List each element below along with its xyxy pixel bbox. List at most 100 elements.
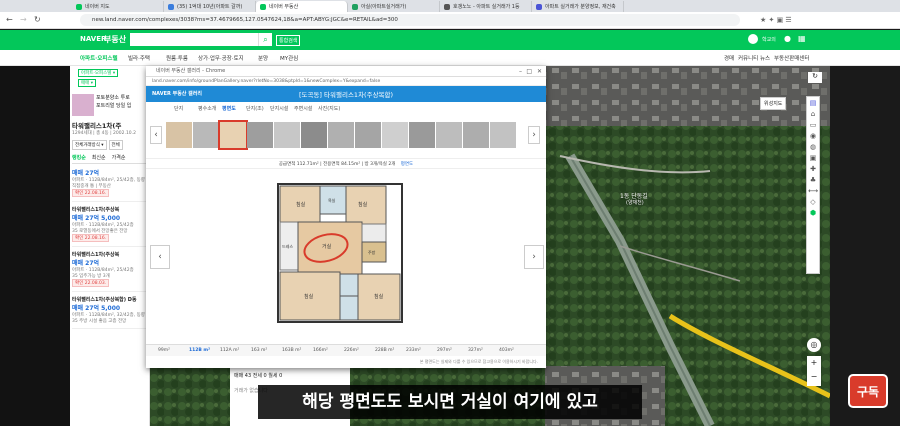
promo-line[interactable]: 포토분양소 투로 — [96, 94, 131, 102]
gallery-thumbnail[interactable] — [328, 122, 354, 148]
area-size-tab[interactable]: 228B m² — [375, 348, 394, 353]
subscribe-badge[interactable]: 구독 — [848, 374, 888, 408]
gallery-tab[interactable]: 사진(지도) — [318, 105, 340, 112]
layers-icon[interactable]: ▤ — [810, 99, 817, 107]
reload-icon[interactable]: ↻ — [34, 15, 41, 24]
promo-thumbnail[interactable] — [72, 94, 94, 116]
area-size-tab[interactable]: 327m² — [468, 348, 483, 353]
plan-link[interactable]: 평면도 — [401, 162, 413, 167]
menu-item[interactable]: 분양 — [258, 54, 268, 62]
grid-menu-icon[interactable]: ▦ — [798, 34, 806, 43]
combined-search-button[interactable]: 통합검색 — [276, 35, 301, 46]
gallery-thumbnail[interactable] — [355, 122, 381, 148]
menu-item[interactable]: 원룸·투룸 — [166, 54, 188, 62]
gallery-tab[interactable]: 단지시설 — [270, 105, 288, 112]
tab-ranking[interactable]: 랭킹순 — [72, 154, 86, 161]
zoom-in-icon[interactable]: + — [807, 356, 821, 370]
area-size-tab[interactable]: 163B m² — [282, 348, 301, 353]
map-type-select[interactable]: 위성지도 — [760, 97, 787, 110]
extensions-icon[interactable]: ★ ✦ ▣ ☰ — [760, 16, 792, 24]
gallery-thumbnail[interactable] — [382, 122, 408, 148]
gallery-thumbnail[interactable] — [301, 122, 327, 148]
listing-item[interactable]: 타워팰리스1차(주상복합) D동 매매 27억 5,000 아파트 · 112B/8… — [72, 292, 147, 329]
listing-item[interactable]: 매매 27억 아파트 · 112B/84m², 25/42층, 동향 직접중개 통 … — [72, 164, 147, 202]
area-size-tab[interactable]: 112A m² — [220, 348, 239, 353]
gallery-tab[interactable]: 단지 — [174, 105, 183, 112]
area-size-tab[interactable]: 233m² — [406, 348, 421, 353]
search-icon[interactable]: ⌕ — [258, 33, 272, 46]
gallery-thumbnail[interactable] — [218, 120, 248, 150]
area-size-tab[interactable]: 297m² — [437, 348, 452, 353]
browser-tab[interactable]: 아실(아파트실거래가) — [348, 1, 440, 12]
gallery-thumbnail[interactable] — [166, 122, 192, 148]
my-location-icon[interactable]: ◎ — [807, 338, 821, 352]
menu-item-right[interactable]: 경매 — [724, 54, 734, 62]
thumb-next-icon[interactable]: › — [528, 126, 540, 144]
gallery-tab[interactable]: 주변시설 — [294, 105, 312, 112]
bus-icon[interactable]: ▭ — [810, 121, 817, 129]
gallery-tab[interactable]: 단지(조) — [246, 105, 264, 112]
naver-logo[interactable]: NAVER — [80, 35, 106, 43]
menu-item[interactable]: 상가·업무·공장·토지 — [198, 54, 244, 62]
area-size-tab[interactable]: 166m² — [313, 348, 328, 353]
browser-tab[interactable]: 아파트 실거래가 분양정보, 재건축 — [532, 1, 624, 12]
avatar[interactable] — [748, 34, 758, 44]
menu-item[interactable]: MY관심 — [280, 54, 298, 62]
browser-tab[interactable]: 호갱노노 - 아파트 실거래가 1등 — [440, 1, 532, 12]
service-title[interactable]: 부동산 — [104, 34, 126, 45]
listing-item[interactable]: 타워팰리스1차(주상복 매매 27억 5,000 아파트 · 112B/84m², … — [72, 202, 147, 247]
area-size-tab[interactable]: 403m² — [499, 348, 514, 353]
gallery-thumbnail[interactable] — [436, 122, 462, 148]
bell-icon[interactable]: ● — [784, 34, 791, 43]
filter-chip[interactable]: 매매 ▾ — [78, 79, 96, 87]
browser-tab[interactable]: (35) 1억대 10년(아파트 갈까) — [164, 1, 256, 12]
all-filter-select[interactable]: 전체 — [108, 140, 123, 150]
gallery-thumbnail[interactable] — [193, 122, 219, 148]
browser-tab[interactable]: 네이버 지도 — [72, 1, 164, 12]
menu-item-right[interactable]: 뉴스 — [760, 54, 770, 62]
hospital-icon[interactable]: ✚ — [810, 165, 816, 173]
plan-next-icon[interactable]: › — [524, 245, 544, 269]
area-size-tab[interactable]: 112B m² — [189, 348, 210, 353]
menu-item-right[interactable]: 커뮤니티 — [738, 54, 758, 62]
menu-item[interactable]: 빌라·주택 — [128, 54, 150, 62]
area-icon[interactable]: ◇ — [810, 198, 815, 206]
cctv-icon[interactable]: ◍ — [810, 143, 816, 151]
gallery-tab[interactable]: 평수소개 — [198, 105, 216, 112]
store-icon[interactable]: ▣ — [810, 154, 817, 162]
trade-type-select[interactable]: 전체거래방식 ▾ — [72, 140, 107, 150]
minimize-icon[interactable]: – — [519, 66, 522, 77]
complex-name[interactable]: 타워팰리스1차(주 — [72, 120, 147, 130]
gallery-tab[interactable]: 평면도 — [222, 105, 236, 112]
tab-price[interactable]: 가격순 — [112, 154, 126, 161]
close-icon[interactable]: ✕ — [537, 66, 542, 77]
user-name[interactable]: 학교의 — [762, 36, 776, 43]
gallery-thumbnail[interactable] — [247, 122, 273, 148]
menu-item[interactable]: 아파트·오피스텔 — [80, 54, 118, 62]
maximize-icon[interactable]: □ — [526, 66, 532, 77]
search-input[interactable] — [130, 33, 258, 46]
zoom-out-icon[interactable]: − — [807, 370, 821, 384]
thumb-prev-icon[interactable]: ‹ — [150, 126, 162, 144]
park-icon[interactable]: ♣ — [810, 176, 816, 184]
url-field[interactable]: new.land.naver.com/complexes/3038?ms=37.… — [80, 14, 740, 26]
school-icon[interactable]: ⌂ — [811, 110, 815, 118]
browser-tab[interactable]: 네이버 부동산 — [256, 1, 348, 12]
subway-icon[interactable]: ◉ — [810, 132, 816, 140]
plan-prev-icon[interactable]: ‹ — [150, 245, 170, 269]
gallery-thumbnail[interactable] — [490, 122, 516, 148]
back-icon[interactable]: ← — [6, 15, 13, 24]
gallery-thumbnail[interactable] — [274, 122, 300, 148]
menu-item-right[interactable]: 부동산판매센터 — [774, 54, 809, 62]
tab-latest[interactable]: 최신순 — [92, 154, 106, 161]
area-size-tab[interactable]: 163 m² — [251, 348, 267, 353]
gallery-thumbnail[interactable] — [409, 122, 435, 148]
refresh-icon[interactable]: ↻ — [808, 72, 822, 83]
area-size-tab[interactable]: 99m² — [158, 348, 170, 353]
street-view-icon[interactable]: ⬢ — [810, 209, 816, 217]
gallery-thumbnail[interactable] — [463, 122, 489, 148]
distance-icon[interactable]: ⟷ — [808, 187, 818, 195]
listing-item[interactable]: 타워팰리스1차(주상복 매매 27억 아파트 · 112B/84m², 25/42층… — [72, 247, 147, 292]
area-size-tab[interactable]: 226m² — [344, 348, 359, 353]
filter-chip[interactable]: 아파트·오피스텔 ▾ — [78, 69, 119, 77]
